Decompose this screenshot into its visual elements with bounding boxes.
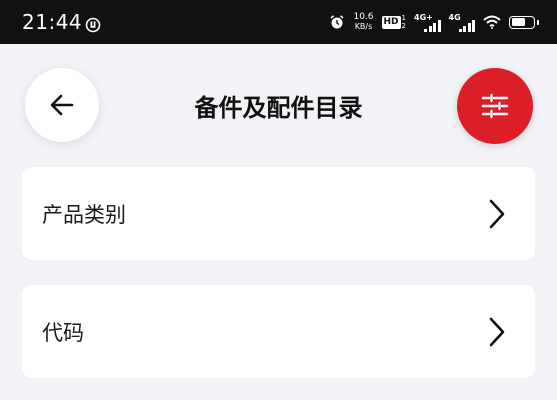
- wifi-icon: [483, 15, 501, 29]
- signal-bars-icon: [458, 19, 475, 32]
- status-icons: 10.6 KB/s HD 1 2 4G+ 4G: [329, 10, 539, 34]
- menu-item-product-category[interactable]: 产品类别: [22, 167, 535, 260]
- chevron-right-icon: [489, 317, 505, 346]
- network-speed-value: 10.6: [353, 12, 374, 22]
- hd-sub-bottom: 2: [401, 22, 406, 30]
- hd-sub-top: 1: [401, 14, 406, 22]
- network-speed: 10.6 KB/s: [353, 12, 374, 32]
- battery-icon: [509, 15, 539, 29]
- signal-bars-icon: [424, 19, 441, 32]
- alarm-icon: [330, 15, 344, 29]
- hd-label: HD: [381, 15, 401, 29]
- sim1-signal: 4G+: [414, 13, 441, 32]
- chevron-right-icon: [489, 199, 505, 228]
- menu-item-label: 产品类别: [42, 202, 126, 227]
- sliders-icon: [481, 93, 509, 119]
- status-bar: 21:44 10.6 KB/s HD 1 2 4G+ 4G: [0, 0, 557, 44]
- network-speed-unit: KB/s: [354, 22, 373, 31]
- filter-button[interactable]: [457, 68, 533, 144]
- menu-item-label: 代码: [42, 320, 84, 345]
- hd-voice-badge: HD 1 2: [381, 14, 406, 30]
- notification-icon: [85, 17, 101, 33]
- menu-item-code[interactable]: 代码: [22, 285, 535, 378]
- battery-level: [511, 18, 526, 26]
- status-time: 21:44: [22, 10, 83, 34]
- sim2-signal: 4G: [449, 13, 475, 32]
